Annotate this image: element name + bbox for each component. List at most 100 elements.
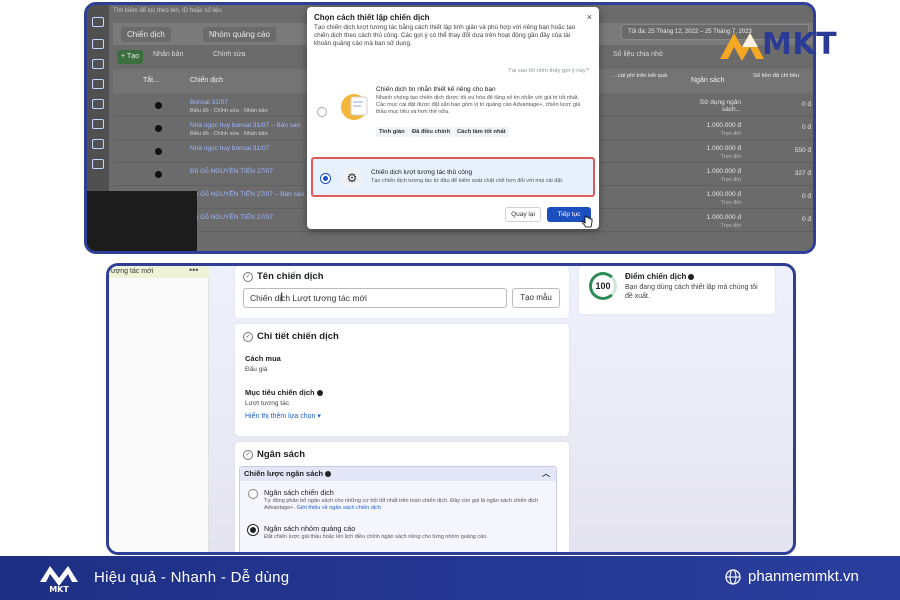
row-spent: 0 đ <box>801 193 811 200</box>
col-toggle[interactable]: Tắt... <box>143 77 159 84</box>
option-tailored-campaign[interactable]: Chiến dịch tin nhắn thiết kế riêng cho b… <box>314 83 592 147</box>
campaign-budget-link[interactable]: Giới thiệu về ngân sách chiến dịch <box>297 505 381 511</box>
gear-icon: ⚙ <box>341 167 363 189</box>
campaign-score-desc: Bạn đang dùng cách thiết lập mà chúng tô… <box>625 284 758 300</box>
campaign-objective-value: Lượt tương tác <box>245 400 289 407</box>
illustration-icon <box>341 94 368 120</box>
campaign-budget-title: Ngân sách chiến dịch <box>264 488 334 497</box>
row-budget: 1.000.000 đ <box>706 145 741 152</box>
book-icon[interactable] <box>92 139 104 149</box>
row-campaign-name[interactable]: Bonsai 31/07 <box>190 99 228 106</box>
row-spent: 0 đ <box>801 124 811 131</box>
row-budget-type: Trọn đời <box>720 131 741 137</box>
row-toggle-dot[interactable] <box>155 102 162 109</box>
adset-budget-radio[interactable] <box>248 525 258 535</box>
budget-strategy-section: Chiến lược ngân sách ︿ Ngân sách chiến dị… <box>239 466 557 552</box>
col-campaign[interactable]: Chiến dịch <box>190 77 223 84</box>
globe-icon <box>725 569 741 585</box>
campaign-budget-desc: Tự động phân bổ ngân sách cho những cơ h… <box>264 498 539 511</box>
row-budget-type: Trọn đời <box>720 223 741 229</box>
option-manual-radio[interactable] <box>321 174 330 183</box>
mkt-logo: MKT <box>718 25 888 65</box>
svg-text:MKT: MKT <box>49 585 69 594</box>
col-budget[interactable]: Ngân sách <box>691 77 724 84</box>
row-budget-type: Trọn đời <box>720 154 741 160</box>
row-campaign-name[interactable]: Đồ Gỗ NGUYỄN TIẾN 27/07 <box>190 214 273 221</box>
row-campaign-name[interactable]: Đồ Gỗ NGUYỄN TIẾN 27/07 – Bản sao <box>190 191 304 198</box>
option-tailored-radio[interactable] <box>317 107 327 117</box>
campaign-editor-screenshot: ượng tác mới ••• ✓ Tên chiến dịch Chiến … <box>106 263 796 555</box>
row-budget: 1.000.000 đ <box>706 191 741 198</box>
megaphone-icon[interactable] <box>92 99 104 109</box>
info-icon <box>316 390 323 397</box>
option-manual-campaign[interactable]: ⚙ Chiến dịch lượt tương tác thủ công Tạo… <box>311 157 595 197</box>
menu-icon[interactable] <box>92 159 104 169</box>
campaign-details-card: ✓ Chi tiết chiến dịch Cách mua Đấu giá M… <box>235 324 569 436</box>
row-spent: 550 đ <box>794 147 811 154</box>
budget-title: Ngân sách <box>257 449 306 460</box>
hand-cursor-icon <box>581 215 593 228</box>
option-tailored-title: Chiến dịch tin nhắn thiết kế riêng cho b… <box>376 86 496 93</box>
option-manual-title: Chiến dịch lượt tương tác thủ công <box>371 169 473 176</box>
row-toggle-dot[interactable] <box>155 148 162 155</box>
score-ring: 100 <box>589 272 617 300</box>
tab-adsets[interactable]: Nhóm quảng cáo <box>203 27 276 42</box>
row-budget: Sử dụng ngân sách... <box>699 99 741 113</box>
row-actions[interactable]: Biểu đồ · Chỉnh sửa · Nhân bản <box>190 131 268 137</box>
back-button[interactable]: Quay lại <box>505 207 541 222</box>
row-budget: 1.000.000 đ <box>706 122 741 129</box>
create-button[interactable]: + Tạo <box>117 50 143 64</box>
budget-strategy-header[interactable]: Chiến lược ngân sách ︿ <box>240 467 556 481</box>
why-suggestion-link[interactable]: Tại sao tôi nhìn thấy gợi ý này? <box>508 68 589 74</box>
row-budget-type: Trọn đời <box>720 200 741 206</box>
footer-slogan: Hiệu quả - Nhanh - Dễ dùng <box>94 569 290 586</box>
edit-button[interactable]: Chỉnh sửa <box>213 51 245 58</box>
footer-bar: MKT Hiệu quả - Nhanh - Dễ dùng phanmemmk… <box>0 556 900 600</box>
dialog-title: Chọn cách thiết lập chiến dịch <box>314 13 430 22</box>
tab-campaigns[interactable]: Chiến dịch <box>121 27 171 42</box>
row-actions[interactable]: Biểu đồ · Chỉnh sửa · Nhân bản <box>190 108 268 114</box>
col-spent[interactable]: Số tiền đã chi tiêu <box>753 73 811 79</box>
campaign-setup-dialog: Chọn cách thiết lập chiến dịch × Tạo chi… <box>307 7 599 229</box>
row-spent: 0 đ <box>801 101 811 108</box>
duplicate-button[interactable]: Nhân bản <box>153 51 183 58</box>
webcam-overlay <box>87 191 197 251</box>
row-budget: 1.000.000 đ <box>706 168 741 175</box>
row-campaign-name[interactable]: Đồ Gỗ NGUYỄN TIẾN 27/07 <box>190 168 273 175</box>
info-icon <box>688 273 695 280</box>
tag-adjusted: Đã điều chỉnh <box>409 127 454 137</box>
row-toggle-dot[interactable] <box>155 125 162 132</box>
row-campaign-name[interactable]: Nhà ngọc huy bonsai 31/07 <box>190 145 269 152</box>
campaign-details-title: Chi tiết chiến dịch <box>257 331 339 342</box>
check-circle-icon: ✓ <box>243 450 253 460</box>
image-icon[interactable] <box>92 59 104 69</box>
col-cost[interactable]: ...cài phí trên kết quả <box>613 73 673 79</box>
campaign-name-title: Tên chiến dịch <box>257 271 324 282</box>
footer-website-link[interactable]: phanmemmkt.vn <box>748 568 859 585</box>
copy-icon[interactable] <box>92 79 104 89</box>
dialog-description: Tạo chiến dịch lượt tương tác bằng cách … <box>314 24 576 47</box>
row-spent: 327 đ <box>794 170 811 177</box>
row-toggle-dot[interactable] <box>155 171 162 178</box>
editor-left-panel: ượng tác mới ••• <box>109 266 209 552</box>
more-options-icon[interactable]: ••• <box>189 266 198 275</box>
dashboard-icon[interactable] <box>92 17 104 27</box>
ads-manager-screenshot: Tìm kiếm để lọc theo tên, ID hoặc số liệ… <box>84 2 816 254</box>
breakdown-button[interactable]: Số liệu chia nhỏ <box>613 51 663 58</box>
chevron-up-icon[interactable]: ︿ <box>542 467 550 481</box>
check-circle-icon: ✓ <box>243 332 253 342</box>
close-icon[interactable]: × <box>587 12 592 22</box>
row-budget: 1.000.000 đ <box>706 214 741 221</box>
search-hint: Tìm kiếm để lọc theo tên, ID hoặc số liệ… <box>113 8 222 14</box>
create-template-button[interactable]: Tạo mẫu <box>512 288 560 308</box>
buying-type-label: Cách mua <box>245 354 281 363</box>
tag-streamlined: Tinh giản <box>376 127 408 137</box>
show-more-options-link[interactable]: Hiển thị thêm lựa chọn ▾ <box>245 412 321 420</box>
adset-budget-title: Ngân sách nhóm quảng cáo <box>264 524 356 533</box>
card-icon[interactable] <box>92 119 104 129</box>
option-tailored-desc: Nhanh chóng tạo chiến dịch được tối ưu h… <box>376 95 581 115</box>
mkt-footer-logo-icon: MKT <box>40 566 78 594</box>
campaign-budget-radio[interactable] <box>248 489 258 499</box>
row-campaign-name[interactable]: Nhà ngọc huy bonsai 31/07 – Bản sao <box>190 122 300 129</box>
grid-icon[interactable] <box>92 39 104 49</box>
